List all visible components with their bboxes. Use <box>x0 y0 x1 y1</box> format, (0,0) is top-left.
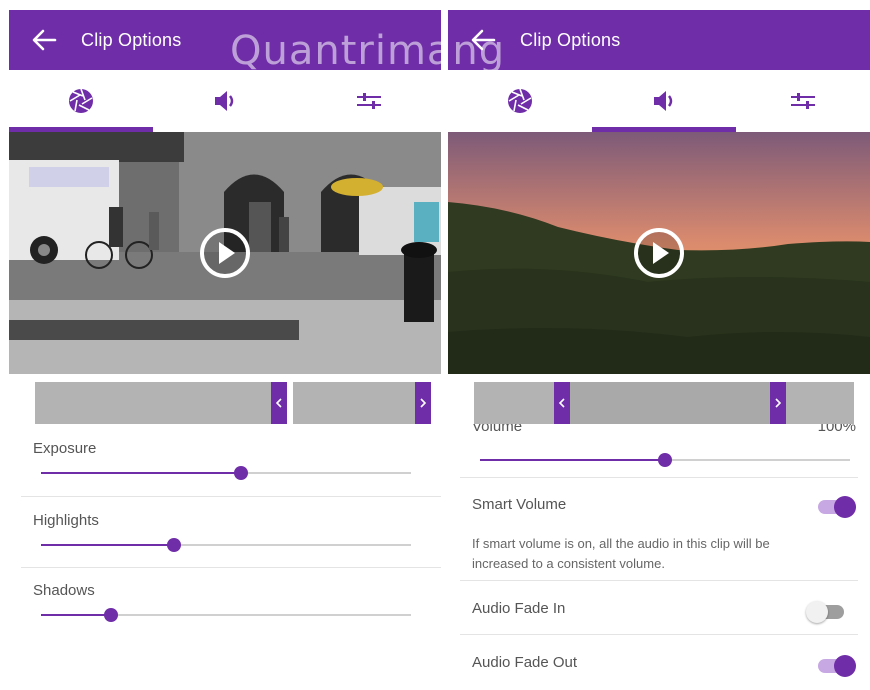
highlights-slider[interactable] <box>41 538 411 552</box>
sliders-icon <box>791 93 815 109</box>
shadows-slider[interactable] <box>41 608 411 622</box>
toggle-knob <box>834 496 856 518</box>
toggle-knob <box>834 655 856 677</box>
volume-label: Volume <box>472 424 523 435</box>
tab-bar <box>448 70 870 132</box>
page-title: Clip Options <box>81 30 182 50</box>
exposure-slider[interactable] <box>41 466 411 480</box>
sliders-icon <box>357 93 381 109</box>
chevron-right-icon <box>420 398 427 408</box>
trim-handle-right[interactable] <box>415 382 431 424</box>
volume-row: Volume 100% <box>448 424 870 474</box>
slider-fill <box>41 544 175 546</box>
page-title: Clip Options <box>520 30 621 50</box>
audio-fade-out-toggle[interactable] <box>818 655 856 677</box>
speaker-icon <box>654 91 673 111</box>
smart-volume-label: Smart Volume <box>472 496 567 513</box>
video-preview[interactable] <box>448 132 870 374</box>
smart-volume-toggle[interactable] <box>818 496 856 518</box>
divider <box>460 634 858 635</box>
trim-handle-left[interactable] <box>554 382 570 424</box>
exposure-panel: Clip Options Exposure Highlights Shadows <box>9 10 441 690</box>
app-bar: Clip Options <box>448 10 870 70</box>
play-icon[interactable] <box>633 227 685 279</box>
volume-value: 100% <box>817 424 856 435</box>
audio-panel: Clip Options Volume 100% Smart Volume If… <box>448 10 870 690</box>
audio-fade-in-toggle[interactable] <box>806 601 844 623</box>
tab-bar <box>9 70 441 132</box>
slider-fill <box>41 472 241 474</box>
description-line: increased to a consistent volume. <box>472 556 665 571</box>
divider <box>460 477 858 478</box>
shadows-label: Shadows <box>33 582 95 599</box>
volume-slider[interactable] <box>480 453 850 467</box>
audio-fade-out-label: Audio Fade Out <box>472 654 578 671</box>
slider-thumb[interactable] <box>658 453 672 467</box>
divider <box>21 567 441 568</box>
tab-color[interactable] <box>9 70 153 132</box>
toggle-knob <box>806 601 828 623</box>
tab-adjust[interactable] <box>297 70 441 132</box>
audio-fade-in-label: Audio Fade In <box>472 600 566 617</box>
tab-adjust[interactable] <box>736 70 870 132</box>
speaker-icon <box>215 91 234 111</box>
highlights-label: Highlights <box>33 512 99 529</box>
trim-segment <box>35 382 271 424</box>
slider-thumb[interactable] <box>104 608 119 622</box>
trim-bar[interactable] <box>474 382 854 424</box>
play-icon[interactable] <box>199 227 251 279</box>
chevron-left-icon <box>275 398 282 408</box>
aperture-icon <box>508 88 532 113</box>
watermark: Quantrimang <box>230 28 506 74</box>
divider <box>460 580 858 581</box>
slider-fill <box>41 614 112 616</box>
video-preview[interactable] <box>9 132 441 374</box>
trim-segment <box>474 382 554 424</box>
tab-audio[interactable] <box>153 70 297 132</box>
chevron-left-icon <box>558 398 565 408</box>
slider-thumb[interactable] <box>167 538 182 552</box>
trim-segment <box>293 382 415 424</box>
chevron-right-icon <box>775 398 782 408</box>
trim-bar[interactable] <box>35 382 431 424</box>
tab-color[interactable] <box>448 70 592 132</box>
aperture-icon <box>69 88 93 113</box>
slider-fill <box>480 459 665 461</box>
slider-thumb[interactable] <box>233 466 248 480</box>
trim-segment <box>786 382 854 424</box>
trim-selection <box>570 382 770 424</box>
trim-handle-left[interactable] <box>271 382 287 424</box>
tab-audio[interactable] <box>592 70 736 132</box>
smart-volume-description: If smart volume is on, all the audio in … <box>472 534 770 574</box>
arrow-left-icon[interactable] <box>31 28 57 52</box>
trim-handle-right[interactable] <box>770 382 786 424</box>
exposure-label: Exposure <box>33 440 97 457</box>
divider <box>21 496 441 497</box>
description-line: If smart volume is on, all the audio in … <box>472 536 770 551</box>
